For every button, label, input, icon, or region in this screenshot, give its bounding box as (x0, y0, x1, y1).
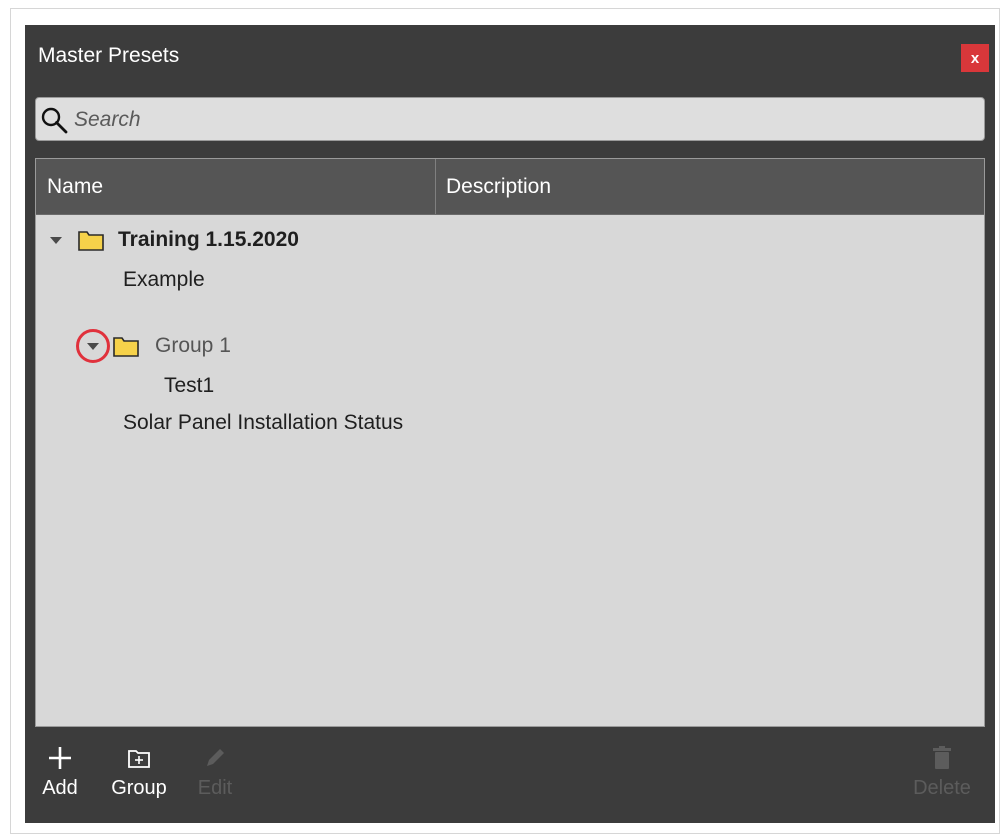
master-presets-dialog: Master Presets x Name Description Traini… (25, 25, 995, 823)
dialog-title: Master Presets (38, 44, 180, 67)
tree-row-test1[interactable]: Test1 (164, 369, 214, 403)
folder-icon (78, 231, 104, 251)
expand-caret-icon[interactable] (50, 236, 62, 244)
search-box[interactable] (35, 97, 985, 141)
tree-label: Example (123, 268, 205, 291)
column-header-description[interactable]: Description (436, 159, 984, 214)
trash-icon (933, 746, 951, 769)
tree-label: Group 1 (155, 334, 231, 357)
plus-icon (49, 747, 71, 769)
add-button[interactable]: Add (42, 745, 78, 800)
tree-row-example[interactable]: Example (123, 263, 205, 297)
grid-header: Name Description (36, 159, 984, 215)
group-button[interactable]: Group (109, 745, 169, 800)
delete-label: Delete (913, 777, 971, 799)
highlight-circle (76, 329, 110, 363)
folder-icon (113, 337, 139, 357)
search-icon (41, 107, 68, 134)
title-bar[interactable]: Master Presets x (25, 25, 995, 91)
edit-label: Edit (197, 777, 233, 799)
column-header-name[interactable]: Name (36, 159, 436, 214)
pencil-icon (207, 749, 224, 766)
bottom-toolbar: Add Group Edit Delete (25, 727, 995, 823)
tree-row-training[interactable]: Training 1.15.2020 (50, 223, 299, 257)
tree-label: Solar Panel Installation Status (123, 411, 404, 434)
close-button[interactable]: x (961, 44, 989, 72)
group-label: Group (111, 777, 167, 799)
tree-row-solar-panel[interactable]: Solar Panel Installation Status (123, 406, 403, 440)
presets-grid: Name Description Training 1.15.2020 Exam… (35, 158, 985, 727)
new-folder-icon (128, 750, 150, 768)
search-input[interactable] (72, 104, 976, 136)
edit-button[interactable]: Edit (195, 745, 235, 800)
tree-label: Test1 (164, 374, 215, 397)
delete-button[interactable]: Delete (907, 745, 977, 800)
tree-label: Training 1.15.2020 (118, 228, 299, 251)
add-label: Add (42, 777, 78, 799)
